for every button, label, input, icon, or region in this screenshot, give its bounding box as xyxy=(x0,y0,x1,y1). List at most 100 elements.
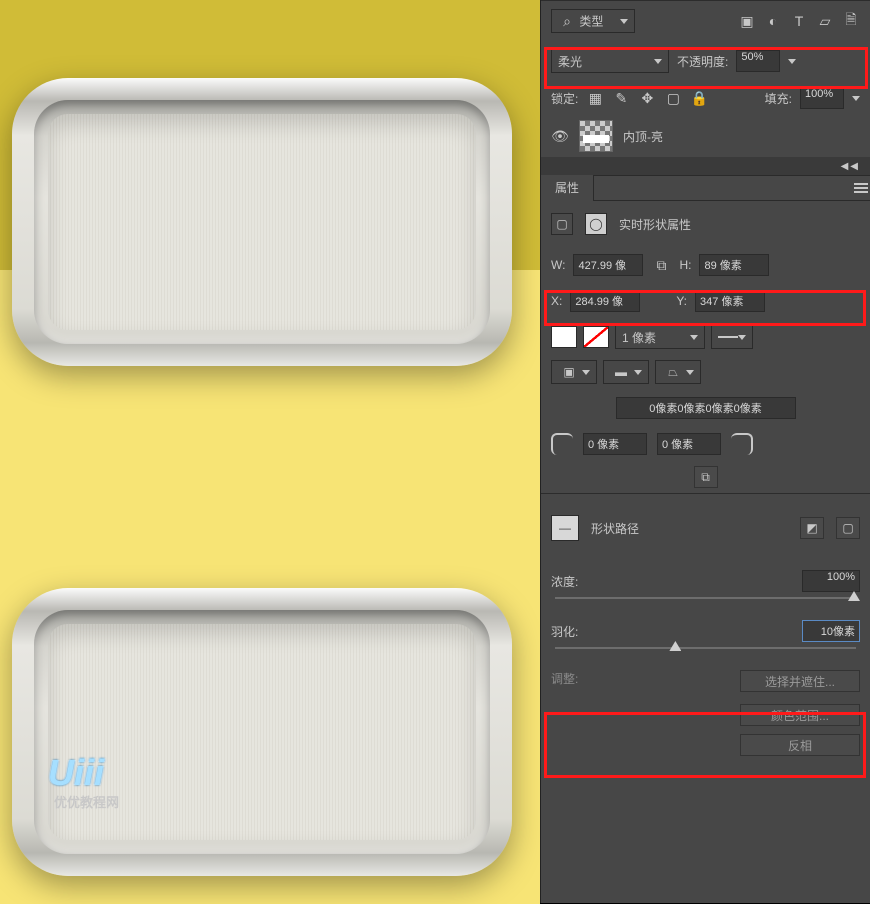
filter-adjust-icon[interactable]: ◐ xyxy=(764,12,782,30)
fill-swatch[interactable] xyxy=(551,326,577,348)
masks-title-row: — 形状路径 ◩ ▢ xyxy=(541,506,870,550)
canvas-preview-1 xyxy=(0,0,540,548)
visibility-eye-icon[interactable]: 👁 xyxy=(551,127,569,145)
join-miter-icon: ⏢ xyxy=(662,361,684,383)
properties-title-row: ▢ ◯ 实时形状属性 xyxy=(541,201,870,247)
lock-transparency-icon[interactable]: ▦ xyxy=(586,89,604,107)
width-input[interactable] xyxy=(573,254,643,276)
stroke-join-dropdown[interactable]: ⏢ xyxy=(655,360,701,384)
filter-smart-icon[interactable]: 🗎 xyxy=(842,12,860,30)
link-corners-button[interactable]: ⧉ xyxy=(694,466,718,488)
canvas-column: Uiii 优优教程网 xyxy=(0,0,540,903)
chevron-down-icon xyxy=(738,335,746,340)
adjust-row: 调整: 选择并遮住... xyxy=(541,670,870,700)
density-input[interactable]: 100% xyxy=(802,570,860,592)
chevron-down-icon[interactable] xyxy=(788,59,796,64)
stroke-style-dropdown[interactable] xyxy=(711,325,753,349)
panel-collapse-row[interactable]: ◀◀ xyxy=(541,157,870,175)
density-row: 浓度: 100% xyxy=(541,568,870,594)
feather-label: 羽化: xyxy=(551,623,578,640)
height-input[interactable] xyxy=(699,254,769,276)
shape-tool-icon[interactable]: ▢ xyxy=(551,213,573,235)
density-label: 浓度: xyxy=(551,573,578,590)
pixel-mask-icon[interactable]: ◩ xyxy=(800,517,824,539)
layer-name[interactable]: 内顶-亮 xyxy=(623,128,663,145)
panels: ⌕ 类型 ▣ ◐ T ▱ 🗎 柔光 不透明度: 50% 锁定: ▦ ✎ ✥ ▢ … xyxy=(540,0,870,903)
layer-thumbnail xyxy=(579,120,613,152)
mask-tool-icon[interactable]: ◯ xyxy=(585,213,607,235)
properties-title: 实时形状属性 xyxy=(619,216,691,233)
corner-join-row xyxy=(541,389,870,427)
position-row: X: Y: xyxy=(541,283,870,319)
vector-mask-icon[interactable]: ▢ xyxy=(836,517,860,539)
filter-text-icon[interactable]: T xyxy=(790,12,808,30)
chevron-down-icon xyxy=(634,370,642,375)
align-outside-icon: ▣ xyxy=(558,361,580,383)
canvas-preview-2 xyxy=(0,548,540,904)
link-wh-icon[interactable]: ⧉ xyxy=(651,257,671,274)
fill-input[interactable]: 100% xyxy=(800,87,844,109)
h-label: H: xyxy=(679,258,691,272)
feather-input[interactable] xyxy=(802,620,860,642)
color-range-row: 颜色范围... xyxy=(541,700,870,730)
layer-filter-type-dropdown[interactable]: ⌕ 类型 xyxy=(551,9,635,33)
lock-label: 锁定: xyxy=(551,90,578,107)
y-input[interactable] xyxy=(695,290,765,312)
opacity-label: 不透明度: xyxy=(677,53,728,70)
link-corners-row: ⧉ xyxy=(541,461,870,493)
slider-track xyxy=(555,597,856,599)
density-slider[interactable] xyxy=(555,594,856,602)
watermark-logo: Uiii xyxy=(48,752,104,794)
dimensions-row: W: ⧉ H: xyxy=(541,247,870,283)
corner-tr-icon xyxy=(731,433,753,455)
opacity-input[interactable]: 50% xyxy=(736,50,780,72)
link-icon: ⧉ xyxy=(701,470,710,485)
filter-shape-icon[interactable]: ▱ xyxy=(816,12,834,30)
stroke-width-dropdown[interactable]: 1 像素 xyxy=(615,325,705,349)
chevron-down-icon xyxy=(686,370,694,375)
lock-paint-icon[interactable]: ✎ xyxy=(612,89,630,107)
lock-move-icon[interactable]: ✥ xyxy=(638,89,656,107)
stroke-cap-dropdown[interactable]: ▬ xyxy=(603,360,649,384)
cap-butt-icon: ▬ xyxy=(610,361,632,383)
layer-filter-row: ⌕ 类型 ▣ ◐ T ▱ 🗎 xyxy=(541,1,870,41)
stroke-swatch[interactable] xyxy=(583,326,609,348)
stroke-align-row: ▣ ▬ ⏢ xyxy=(541,355,870,389)
corner-radius-row xyxy=(541,427,870,461)
filter-image-icon[interactable]: ▣ xyxy=(738,12,756,30)
chevron-down-icon[interactable] xyxy=(852,96,860,101)
lock-all-icon[interactable]: 🔒 xyxy=(690,89,708,107)
x-label: X: xyxy=(551,294,562,308)
fill-stroke-row: 1 像素 xyxy=(541,319,870,355)
fill-label: 填充: xyxy=(765,90,792,107)
feather-slider-wrap xyxy=(541,644,870,670)
search-icon: ⌕ xyxy=(558,12,576,30)
blend-mode-dropdown[interactable]: 柔光 xyxy=(551,49,669,73)
chevron-down-icon xyxy=(654,59,662,64)
blend-opacity-row: 柔光 不透明度: 50% xyxy=(541,41,870,81)
adjust-label: 调整: xyxy=(551,670,578,687)
corner-tl-icon xyxy=(551,433,573,455)
corner-tr-input[interactable] xyxy=(657,433,721,455)
lock-artboard-icon[interactable]: ▢ xyxy=(664,89,682,107)
y-label: Y: xyxy=(676,294,687,308)
metal-button-preview xyxy=(12,588,512,876)
watermark-sub: 优优教程网 xyxy=(54,792,119,811)
chevron-down-icon xyxy=(620,19,628,24)
mask-thumb-icon[interactable]: — xyxy=(551,515,579,541)
panel-menu-icon[interactable] xyxy=(852,179,870,197)
layer-row[interactable]: 👁 内顶-亮 xyxy=(541,115,870,157)
properties-tab[interactable]: 属性 xyxy=(541,175,594,201)
chevron-down-icon xyxy=(690,335,698,340)
invert-button[interactable]: 反相 xyxy=(740,734,860,756)
x-input[interactable] xyxy=(570,290,640,312)
stroke-align-dropdown[interactable]: ▣ xyxy=(551,360,597,384)
feather-slider[interactable] xyxy=(555,644,856,652)
lock-row: 锁定: ▦ ✎ ✥ ▢ 🔒 填充: 100% xyxy=(541,81,870,115)
corner-readout[interactable] xyxy=(616,397,796,419)
masks-title: 形状路径 xyxy=(591,520,639,537)
color-range-button[interactable]: 颜色范围... xyxy=(740,704,860,726)
properties-tabbar: 属性 xyxy=(541,175,870,201)
select-and-mask-button[interactable]: 选择并遮住... xyxy=(740,670,860,692)
corner-tl-input[interactable] xyxy=(583,433,647,455)
